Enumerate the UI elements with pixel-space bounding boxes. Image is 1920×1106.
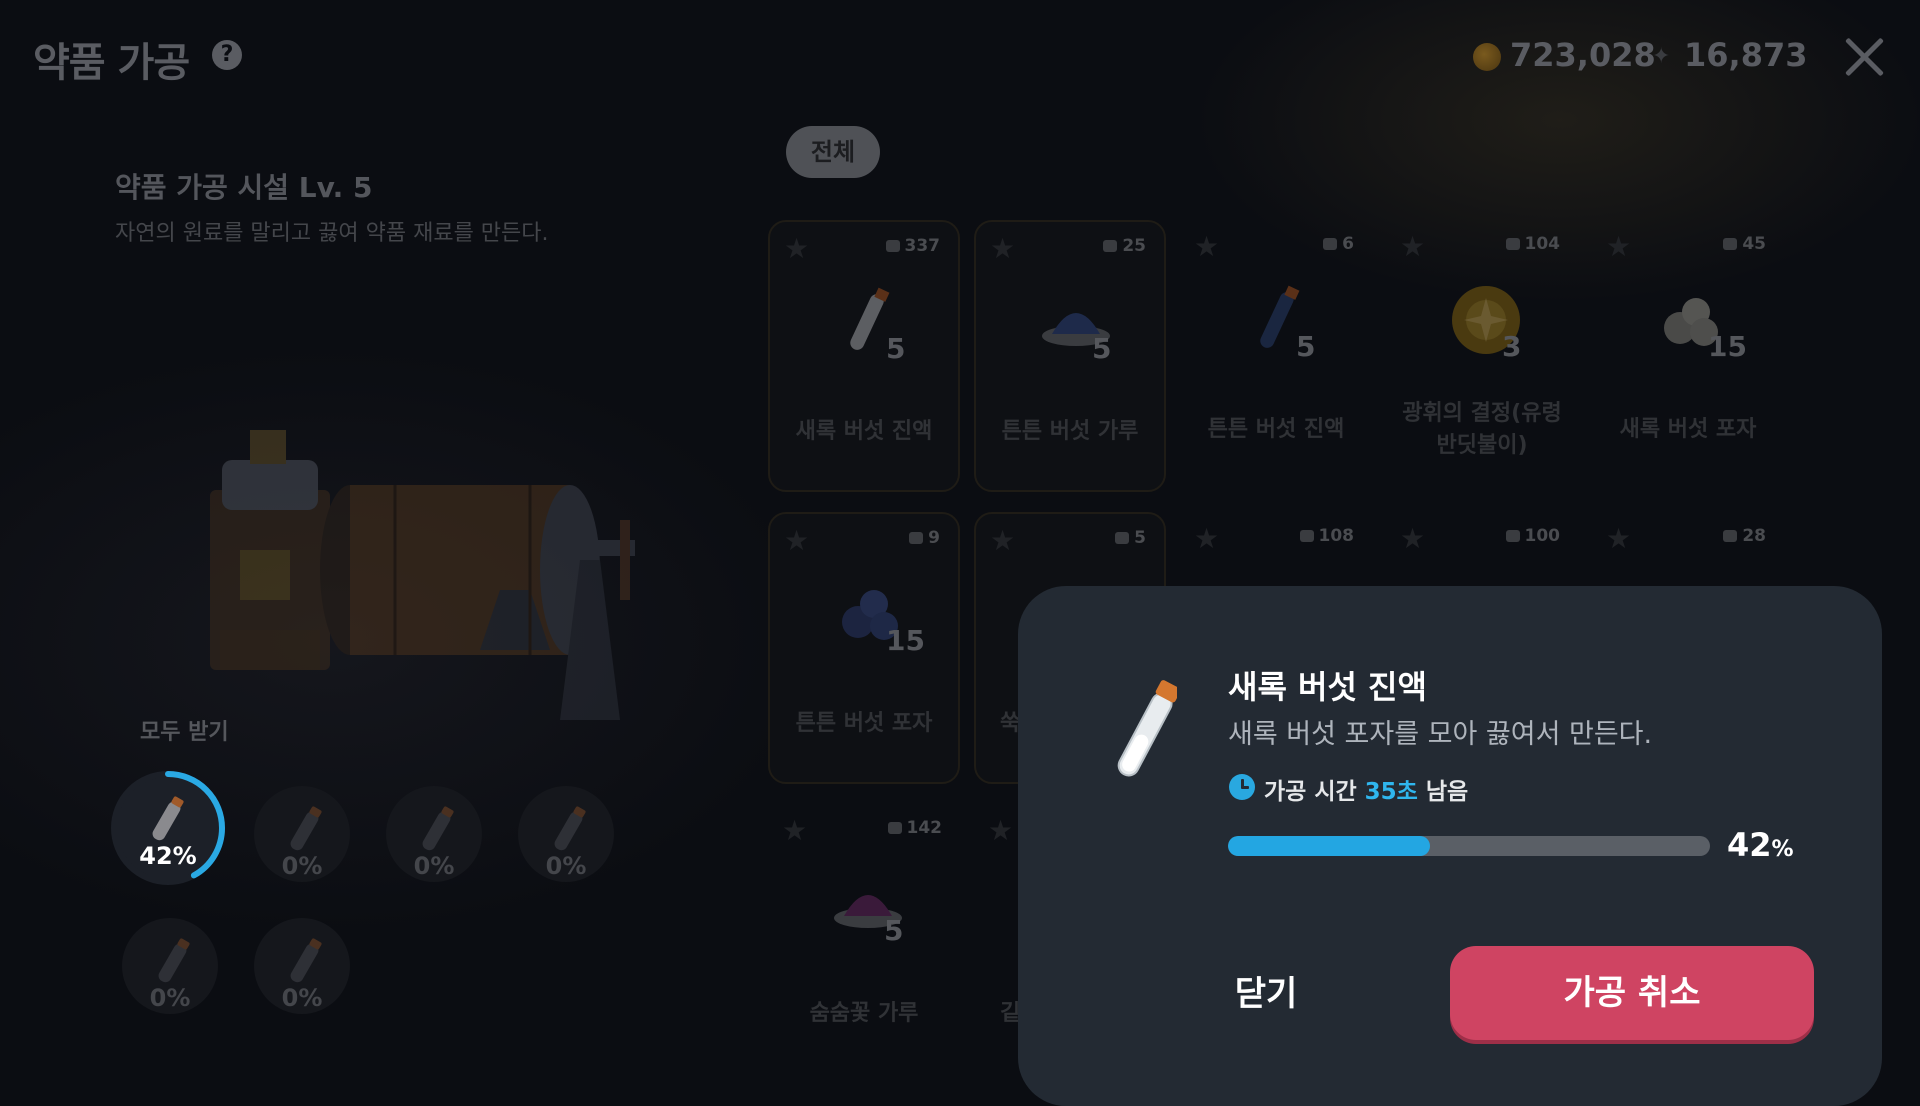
item-stock-icon [1723,238,1738,250]
star-icon[interactable]: ★ [1606,230,1631,263]
star-icon[interactable]: ★ [1194,230,1219,263]
clock-icon [1229,774,1255,800]
item-stock-icon [1723,530,1738,542]
slot-percent: 0% [281,852,323,880]
processing-slot[interactable]: 0% [254,786,350,882]
processing-slot[interactable]: 0% [122,918,218,1014]
star-icon[interactable]: ★ [990,232,1015,265]
item-card[interactable]: ★ 6 5 튼튼 버섯 진액 [1180,220,1372,492]
item-stock: 100 [1505,526,1560,546]
facility-title: 약품 가공 시설 Lv. 5 [115,171,373,204]
item-name: 튼튼 버섯 진액 [1207,417,1345,442]
slot-percent: 0% [413,852,455,880]
gold-coin-icon [1473,43,1501,71]
close-icon[interactable] [1842,34,1886,78]
item-stock: 25 [1103,236,1146,256]
star-icon[interactable]: ★ [782,814,807,847]
item-count: 5 [884,914,904,947]
item-count: 5 [1296,330,1316,363]
item-card[interactable]: ★ 142 5 숨숨꽃 가루 [768,804,960,1076]
popup-item-description: 새록 버섯 포자를 모아 끓여서 만든다. [1228,719,1653,750]
item-stock: 9 [909,528,940,548]
close-button[interactable]: 닫기 [1190,946,1342,1042]
item-name: 숨숨꽃 가루 [809,1001,919,1026]
star-icon[interactable]: ★ [988,814,1013,847]
item-stock: 45 [1723,234,1766,254]
item-stock-icon [887,822,902,834]
remaining-time: 가공 시간 35초 남음 [1264,779,1469,805]
star-icon[interactable]: ★ [784,524,809,557]
vial-icon [420,809,453,853]
item-card[interactable]: ★ 9 15 튼튼 버섯 포자 [768,512,960,784]
item-count: 15 [886,624,925,657]
item-stock-icon [1299,530,1314,542]
item-count: 5 [1092,332,1112,365]
progress-bar-fill [1228,836,1431,856]
star-icon[interactable]: ★ [1400,522,1425,555]
vial-icon [288,941,321,985]
item-name: 튼튼 버섯 가루 [1001,419,1139,444]
star-icon[interactable]: ★ [784,232,809,265]
item-stock: 337 [885,236,940,256]
item-stock: 142 [887,818,942,838]
star-icon[interactable]: ★ [990,524,1015,557]
item-name: 새록 버섯 진액 [795,419,933,444]
item-card[interactable]: ★ 25 5 튼튼 버섯 가루 [974,220,1166,492]
item-count: 15 [1708,330,1747,363]
item-name: 튼튼 버섯 포자 [795,711,933,736]
item-card[interactable]: ★ 104 3 광휘의 결정(유령 반딧불이) [1386,220,1578,492]
item-stock: 6 [1323,234,1354,254]
item-card[interactable]: ★ 337 5 새록 버섯 진액 [768,220,960,492]
popup-item-name: 새록 버섯 진액 [1228,668,1427,706]
processing-slot[interactable]: 0% [518,786,614,882]
gem-amount: 16,873 [1684,36,1808,74]
vial-icon [156,941,189,985]
page-title: 약품 가공 [33,40,190,86]
item-stock: 108 [1299,526,1354,546]
filter-all-tab[interactable]: 전체 [786,126,880,178]
question-circle-icon[interactable]: ? [212,40,242,70]
vial-icon [552,809,585,853]
vial-icon [288,809,321,853]
processing-machine-illustration [210,430,635,720]
item-name: 새록 버섯 포자 [1619,417,1757,442]
item-count: 5 [886,332,906,365]
item-stock-icon [1505,238,1520,250]
item-name: 광휘의 결정(유령 반딧불이) [1402,401,1562,458]
cancel-processing-button[interactable]: 가공 취소 [1450,946,1814,1040]
processing-slot[interactable]: 0% [386,786,482,882]
gem-icon: ✦ [1652,44,1671,69]
slot-percent: 0% [281,984,323,1012]
item-stock: 28 [1723,526,1766,546]
slot-percent: 0% [149,984,191,1012]
progress-percent: 42% [1727,826,1794,864]
progress-bar [1228,836,1710,856]
gold-amount: 723,028 [1510,36,1656,74]
slot-percent: 0% [545,852,587,880]
item-stock-icon [885,240,900,252]
slot-percent: 42% [139,842,197,870]
item-card[interactable]: ★ 45 15 새록 버섯 포자 [1592,220,1784,492]
star-icon[interactable]: ★ [1400,230,1425,263]
item-stock: 104 [1505,234,1560,254]
processing-slot[interactable]: 0% [254,918,350,1014]
item-stock: 5 [1115,528,1146,548]
star-icon[interactable]: ★ [1606,522,1631,555]
item-stock-icon [1505,530,1520,542]
vial-icon [1117,680,1177,777]
processing-slot[interactable]: 42% [111,771,225,885]
facility-description: 자연의 원료를 말리고 끓여 약품 재료를 만든다. [115,221,549,246]
star-icon[interactable]: ★ [1194,522,1219,555]
item-stock-icon [1323,238,1338,250]
item-count: 3 [1502,330,1522,363]
item-stock-icon [909,532,924,544]
collect-all-button[interactable]: 모두 받기 [140,714,229,746]
item-stock-icon [1115,532,1130,544]
item-stock-icon [1103,240,1118,252]
